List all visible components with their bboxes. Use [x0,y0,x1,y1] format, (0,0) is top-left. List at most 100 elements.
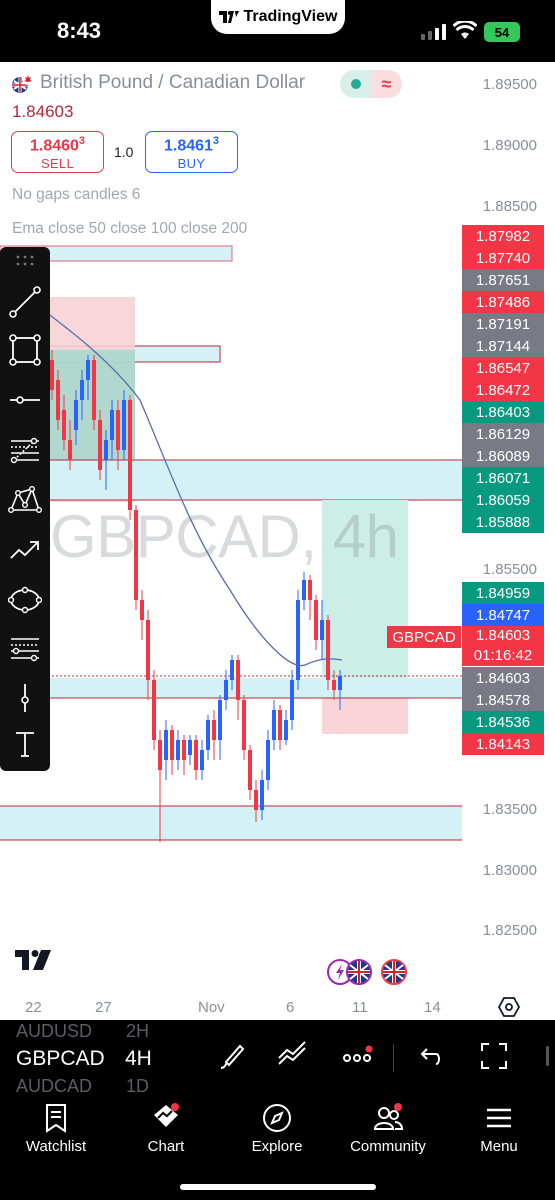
drag-handle-icon[interactable] [16,255,34,267]
price-axis-label: 1.82500 [482,922,537,939]
chart-events [326,958,408,986]
fullscreen-icon[interactable] [478,1040,510,1072]
vertical-line-tool-icon[interactable] [6,679,44,717]
nav-chart[interactable]: Chart [116,1098,216,1155]
nav-watchlist[interactable]: Watchlist [6,1098,106,1155]
candle-body [224,680,228,700]
trend-line-tool-icon[interactable] [6,283,44,321]
nav-chart-label: Chart [147,1138,185,1155]
price-tag: 1.87740 [462,247,544,269]
candle-body [308,580,312,600]
buy-price-pip: 3 [212,135,220,147]
timeframe-switcher-current[interactable]: 4H [125,1047,152,1071]
candle-body [338,676,342,690]
rectangle-tool-icon[interactable] [6,331,44,369]
candle-body [302,580,306,600]
candle-body [326,620,330,680]
time-axis-label: Nov [198,999,225,1016]
candle-body [248,750,252,790]
candle-body [254,790,258,810]
candle-body [50,360,54,390]
sell-button[interactable]: 1.84603 SELL [11,131,104,173]
candle-body [278,710,282,740]
bar-countdown: 01:16:42 [473,647,533,664]
draw-brush-icon[interactable] [217,1040,249,1072]
drawing-toolbar [0,247,50,771]
watchlist-icon [46,1104,66,1133]
symbol-watermark: GBPCAD, 4h [50,503,399,570]
nav-explore[interactable]: Explore [227,1098,327,1155]
projection-tool-icon[interactable] [6,531,44,569]
nav-community-label: Community [350,1138,426,1155]
candle-body [140,600,144,620]
nav-menu[interactable]: Menu [449,1098,549,1155]
scroll-hint [546,1046,549,1066]
time-axis-label: 6 [286,999,295,1016]
ellipse-tool-icon[interactable] [6,581,44,619]
nav-menu-label: Menu [480,1138,518,1155]
price-axis-label: 1.88500 [482,198,537,215]
candle-body [158,740,162,770]
price-axis-label: 1.85500 [482,561,537,578]
candle-body [80,380,84,400]
timeframe-switcher-next[interactable]: 1D [126,1076,149,1097]
indicator-label-ema[interactable]: Ema close 50 close 100 close 200 [12,220,247,238]
candle-body [74,400,78,430]
menu-hamburger-icon [487,1108,511,1128]
timeframe-switcher-prev[interactable]: 2H [126,1021,149,1042]
symbol-switcher-current[interactable]: GBPCAD [16,1047,105,1071]
price-tag: 1.84578 [462,689,544,711]
nav-explore-label: Explore [251,1138,303,1155]
price-tag: 1.84536 [462,711,544,733]
symbol-title: British Pound / Canadian Dollar [40,72,306,93]
price-axis-label: 1.89500 [482,76,537,93]
zone-band-2 [0,678,462,698]
candle-body [242,700,246,750]
candle-body [98,420,102,470]
candle-body [332,680,336,690]
candle-body [290,680,294,720]
long-position-tool-icon[interactable] [6,629,44,667]
sell-price: 1.8460 [29,137,79,155]
fib-retracement-tool-icon[interactable] [6,431,44,469]
price-tag: 1.86129 [462,423,544,445]
zone-band-3 [0,806,462,840]
current-price-tag: 1.84603 01:16:42 [462,626,544,666]
more-icon[interactable] [341,1040,373,1072]
chart-settings-icon[interactable] [498,996,520,1018]
chart-icon [154,1103,179,1127]
price-axis-label: 1.89000 [482,137,537,154]
tradingview-logo-icon[interactable] [15,948,55,972]
time-axis-label: 14 [424,999,441,1016]
undo-icon[interactable] [414,1040,446,1072]
candle-body [128,400,132,510]
symbol-header[interactable]: British Pound / Canadian Dollar [12,72,305,94]
current-price-value: 1.84603 [475,627,531,644]
text-tool-icon[interactable] [6,725,44,763]
sell-price-pip: 3 [78,135,86,147]
pattern-tool-icon[interactable] [6,481,44,519]
candle-body [260,780,264,810]
price-tag: 1.84959 [462,582,544,604]
price-axis-label: 1.83500 [482,801,537,818]
candle-body [170,730,174,760]
symbol-switcher-prev[interactable]: AUDUSD [16,1021,92,1042]
dividends-and-news-event-icon[interactable] [326,958,372,986]
time-axis-label: 22 [25,999,42,1016]
price-tag: 1.85888 [462,511,544,533]
candle-body [230,660,234,680]
market-status-pill[interactable]: ≈ [340,70,402,98]
horizontal-line-tool-icon[interactable] [6,381,44,419]
nav-community[interactable]: Community [338,1098,438,1155]
uk-economic-event-icon[interactable] [380,958,408,986]
order-quantity[interactable]: 1.0 [114,144,133,160]
price-tag: 1.87486 [462,291,544,313]
candle-body [116,410,120,450]
community-icon [373,1103,404,1130]
indicator-label-gaps[interactable]: No gaps candles 6 [12,186,140,204]
symbol-switcher-next[interactable]: AUDCAD [16,1076,92,1097]
candle-body [92,360,96,420]
buy-button[interactable]: 1.84613 BUY [145,131,238,173]
candle-body [206,720,210,750]
indicators-icon[interactable] [276,1040,308,1072]
